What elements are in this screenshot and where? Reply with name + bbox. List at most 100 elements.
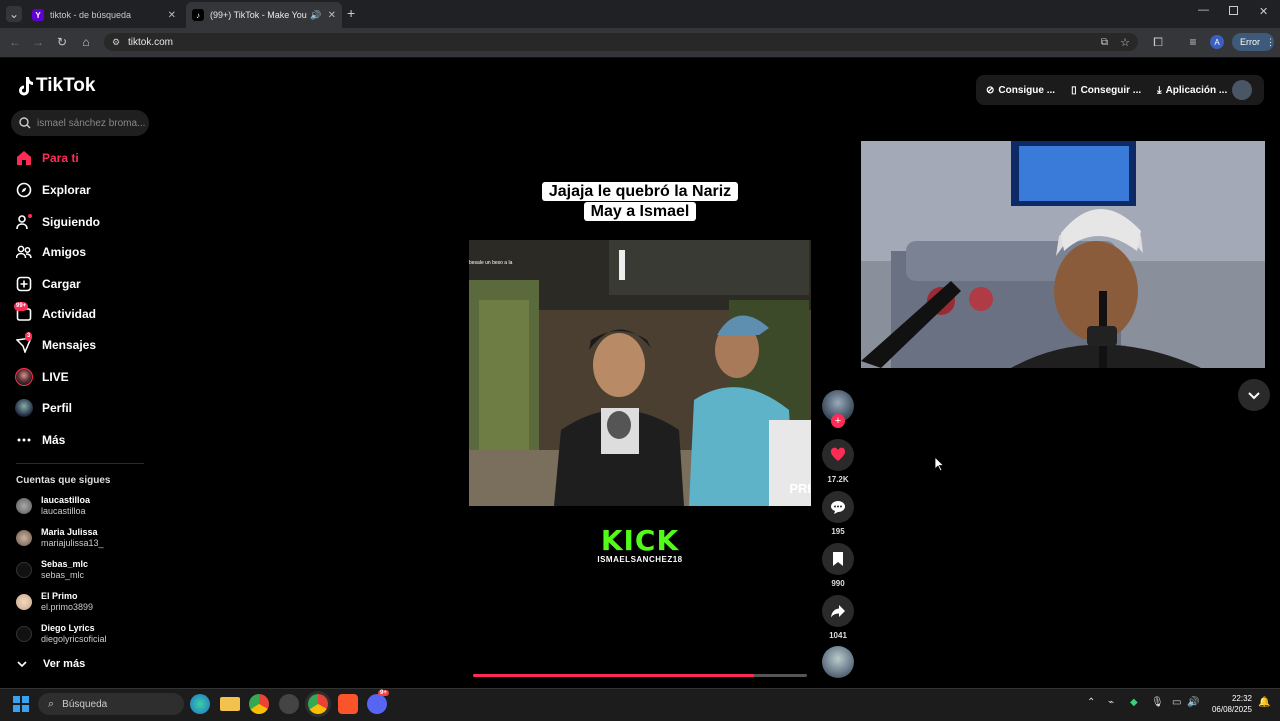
save-button[interactable]: 990 bbox=[822, 543, 854, 588]
windows-start-icon[interactable] bbox=[13, 696, 29, 712]
tiktok-note-icon bbox=[19, 77, 33, 96]
nav-live[interactable]: LIVE bbox=[15, 366, 69, 388]
nav-for-you[interactable]: Para ti bbox=[15, 147, 79, 169]
following-account[interactable]: laucastilloa laucastilloa bbox=[16, 492, 90, 520]
home-browser-icon[interactable]: ⌂ bbox=[78, 34, 94, 50]
tiktok-favicon-icon: ♪ bbox=[192, 9, 204, 21]
kick-logo: KICK bbox=[600, 524, 680, 557]
close-tab-icon[interactable]: ✕ bbox=[168, 10, 176, 21]
coin-icon: ⊘ bbox=[986, 84, 995, 96]
new-tab-button[interactable]: + bbox=[347, 5, 355, 21]
taskbar-search[interactable]: ⌕ Búsqueda bbox=[38, 693, 184, 715]
tray-chevron-icon[interactable]: ⌃ bbox=[1087, 697, 1095, 708]
microphone-icon[interactable]: 🎙 bbox=[1151, 697, 1164, 708]
nav-activity[interactable]: 99+ Actividad bbox=[14, 302, 96, 325]
nav-messages[interactable]: 3 Mensajes bbox=[15, 332, 96, 356]
close-tab-icon[interactable]: ✕ bbox=[328, 10, 336, 21]
nav-more[interactable]: Más bbox=[15, 429, 65, 451]
nav-friends[interactable]: Amigos bbox=[15, 241, 86, 263]
extensions-icon[interactable]: ⧠ bbox=[1150, 34, 1166, 50]
search-icon bbox=[19, 117, 31, 129]
following-account[interactable]: El Primo el.primo3899 bbox=[16, 588, 93, 616]
divider bbox=[16, 463, 144, 464]
media-controls-icon[interactable]: ≡ bbox=[1185, 34, 1201, 50]
discord-icon[interactable]: 9+ bbox=[367, 690, 389, 714]
install-app-icon[interactable]: ⧉ bbox=[1101, 37, 1108, 48]
save-count: 990 bbox=[831, 579, 845, 588]
search-input[interactable]: ismael sánchez broma... bbox=[11, 110, 149, 136]
menu-dots-icon[interactable]: ⋮ bbox=[1266, 37, 1275, 48]
avatar bbox=[16, 562, 32, 578]
url-text: tiktok.com bbox=[128, 36, 174, 48]
download-icon: ⤓ bbox=[1157, 84, 1162, 96]
usb-icon[interactable]: ⌁ bbox=[1108, 697, 1114, 708]
restore-window-icon[interactable] bbox=[1229, 6, 1238, 15]
creator-avatar-button[interactable]: + bbox=[822, 390, 854, 428]
volume-icon[interactable]: 🔊 bbox=[1187, 697, 1199, 708]
get-app-button[interactable]: ▯ Conseguir ... bbox=[1071, 85, 1141, 96]
close-window-icon[interactable]: ✕ bbox=[1259, 5, 1268, 18]
bookmark-icon bbox=[833, 552, 843, 566]
app-icon[interactable] bbox=[279, 694, 299, 714]
back-icon[interactable]: ← bbox=[7, 34, 23, 50]
video-clip[interactable]: besale un beso a la PRI bbox=[469, 240, 811, 506]
mouse-cursor-icon bbox=[935, 457, 945, 472]
home-icon bbox=[15, 149, 33, 167]
compass-icon bbox=[15, 181, 33, 199]
tiktok-logo[interactable]: TikTok bbox=[16, 75, 95, 97]
nav-profile[interactable]: Perfil bbox=[15, 397, 72, 419]
edge-icon[interactable] bbox=[190, 694, 210, 714]
chrome-icon[interactable] bbox=[249, 694, 269, 714]
heart-icon bbox=[830, 447, 846, 461]
kick-handle: ISMAELSANCHEZ18 bbox=[597, 555, 683, 564]
following-account[interactable]: Sebas_mlc sebas_mlc bbox=[16, 556, 88, 584]
tab-tiktok-search[interactable]: Y tiktok - de búsqueda ✕ bbox=[26, 2, 182, 28]
chrome-active-icon[interactable] bbox=[308, 694, 328, 714]
address-bar[interactable]: ⚙ tiktok.com ⧉ ☆ bbox=[104, 33, 1138, 51]
nav-upload[interactable]: Cargar bbox=[15, 273, 81, 295]
speaker-icon[interactable]: 🔊 bbox=[310, 10, 321, 21]
download-app-button[interactable]: ⤓ Aplicación ... bbox=[1157, 85, 1227, 96]
next-video-button[interactable] bbox=[1238, 379, 1270, 411]
security-icon[interactable]: ◆ bbox=[1130, 697, 1138, 708]
clip-subtitle: besale un beso a la bbox=[469, 260, 513, 266]
share-button[interactable]: 1041 bbox=[822, 595, 854, 640]
nav-explore[interactable]: Explorar bbox=[15, 179, 91, 201]
profile-avatar[interactable]: A bbox=[1210, 35, 1224, 49]
phone-icon: ▯ bbox=[1071, 84, 1077, 96]
forward-icon[interactable]: → bbox=[30, 34, 46, 50]
comment-button[interactable]: 195 bbox=[822, 491, 854, 536]
network-icon[interactable]: ▭ bbox=[1172, 697, 1181, 708]
error-button[interactable]: Error ⋮ bbox=[1232, 33, 1275, 51]
share-count: 1041 bbox=[829, 631, 847, 640]
bookmark-star-icon[interactable]: ☆ bbox=[1120, 36, 1130, 49]
reload-icon[interactable]: ↻ bbox=[54, 34, 70, 50]
site-info-icon[interactable]: ⚙ bbox=[112, 37, 120, 48]
taskbar-clock[interactable]: 22:32 06/08/2025 bbox=[1204, 693, 1252, 715]
follow-plus-icon[interactable]: + bbox=[831, 414, 845, 428]
brave-icon[interactable] bbox=[338, 694, 358, 714]
tab-tiktok-active[interactable]: ♪ (99+) TikTok - Make Your Day 🔊 ✕ bbox=[186, 2, 342, 28]
like-button[interactable]: 17.2K bbox=[822, 439, 854, 484]
search-icon: ⌕ bbox=[48, 697, 55, 710]
discord-badge: 9+ bbox=[378, 690, 389, 696]
chevron-down-icon bbox=[1248, 392, 1260, 400]
minimize-window-icon[interactable]: — bbox=[1198, 4, 1209, 16]
following-account[interactable]: Maria Julissa mariajulissa13_ bbox=[16, 524, 104, 552]
chevron-down-icon bbox=[17, 661, 27, 668]
like-count: 17.2K bbox=[827, 475, 849, 484]
get-coins-button[interactable]: ⊘ Consigue ... bbox=[986, 85, 1055, 96]
sound-avatar-button[interactable] bbox=[822, 646, 854, 678]
kick-branding: KICK ISMAELSANCHEZ18 bbox=[560, 524, 720, 565]
video-progress-bar[interactable] bbox=[473, 674, 807, 677]
following-account[interactable]: Diego Lyrics diegolyricsoficial bbox=[16, 620, 107, 648]
notifications-icon[interactable]: 🔔 bbox=[1258, 697, 1270, 708]
avatar bbox=[16, 594, 32, 610]
tab-search-chevron-icon[interactable]: ⌄ bbox=[6, 6, 22, 22]
upload-icon bbox=[15, 275, 33, 293]
see-more-button[interactable]: Ver más bbox=[17, 658, 85, 670]
user-avatar[interactable] bbox=[1232, 80, 1252, 100]
file-explorer-icon[interactable] bbox=[220, 697, 240, 711]
yahoo-favicon-icon: Y bbox=[32, 9, 44, 21]
nav-following[interactable]: Siguiendo bbox=[15, 211, 100, 233]
